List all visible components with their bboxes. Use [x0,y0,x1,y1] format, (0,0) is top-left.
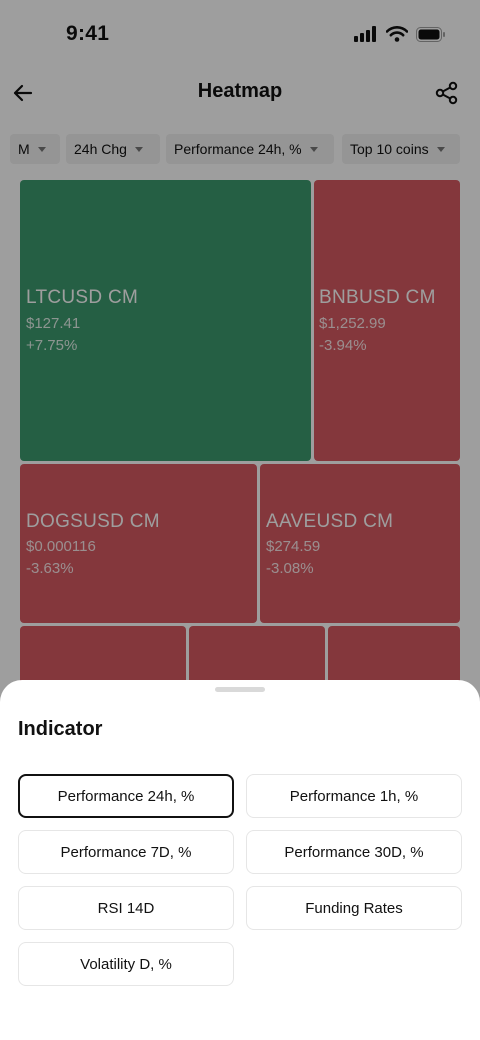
option-label: Performance 30D, % [284,843,424,861]
option-label: Performance 24h, % [57,787,195,805]
indicator-bottom-sheet: Indicator Performance 24h, % Performance… [0,680,480,1040]
option-label: Performance 1h, % [289,787,419,805]
sheet-drag-handle[interactable] [215,687,265,692]
indicator-option-performance-30d[interactable]: Performance 30D, % [246,830,462,874]
indicator-option-funding-rates[interactable]: Funding Rates [246,886,462,930]
sheet-title: Indicator [18,718,103,740]
indicator-option-performance-1h[interactable]: Performance 1h, % [246,774,462,818]
option-label: RSI 14D [97,899,155,917]
option-label: Funding Rates [305,899,403,917]
option-label: Performance 7D, % [60,843,192,861]
indicator-option-performance-24h[interactable]: Performance 24h, % [18,774,234,818]
option-label: Volatility D, % [80,955,172,973]
indicator-option-performance-7d[interactable]: Performance 7D, % [18,830,234,874]
indicator-option-volatility-d[interactable]: Volatility D, % [18,942,234,986]
indicator-option-rsi-14d[interactable]: RSI 14D [18,886,234,930]
